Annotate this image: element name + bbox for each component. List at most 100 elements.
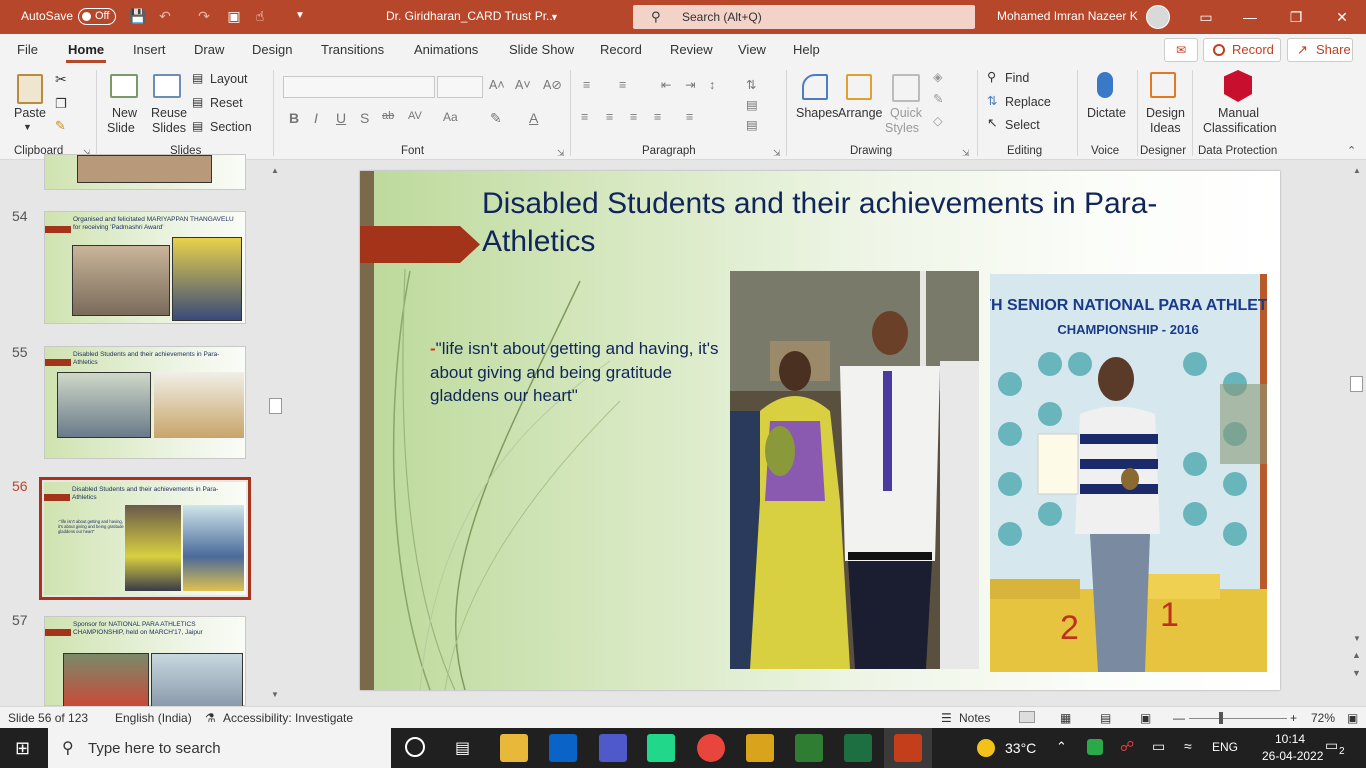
text-direction-icon[interactable]: ⇅ <box>746 78 756 93</box>
zoom-slider-thumb[interactable] <box>1219 712 1223 724</box>
taskbar-search-box[interactable]: ⚲ Type here to search <box>48 728 391 768</box>
align-text-icon[interactable]: ▤ <box>746 98 758 113</box>
normal-view-icon[interactable] <box>1019 711 1035 723</box>
manual-classification-label-2[interactable]: Classification <box>1203 121 1277 136</box>
slide-thumbnail-56[interactable]: Disabled Students and their achievements… <box>44 482 246 595</box>
quick-styles-label-2[interactable]: Styles <box>885 121 919 136</box>
tab-transitions[interactable]: Transitions <box>321 42 384 57</box>
numbering-icon[interactable]: ≡ <box>619 78 626 93</box>
wifi-icon[interactable]: ≈ <box>1184 738 1192 754</box>
scroll-down-icon[interactable]: ▼ <box>1353 634 1361 643</box>
scroll-down-icon[interactable]: ▼ <box>271 690 279 699</box>
clear-formatting-icon[interactable]: A⊘ <box>543 78 562 93</box>
slide-thumbnail-55[interactable]: Disabled Students and their achievements… <box>44 346 246 459</box>
tab-slide-show[interactable]: Slide Show <box>509 42 574 57</box>
weather-icon[interactable] <box>977 739 995 757</box>
task-view-icon[interactable]: ▤ <box>455 738 470 758</box>
vpn-icon[interactable]: ☍ <box>1120 738 1134 755</box>
tab-home[interactable]: Home <box>68 42 104 57</box>
next-slide-icon[interactable]: ▼ <box>1352 668 1361 678</box>
notification-icon[interactable]: ▭ <box>1325 737 1338 754</box>
outlook-icon[interactable] <box>549 734 577 762</box>
undo-icon[interactable]: ↶ <box>157 8 173 24</box>
new-slide-label-1[interactable]: New <box>112 106 137 121</box>
decrease-indent-icon[interactable]: ⇤ <box>661 78 671 93</box>
tab-design[interactable]: Design <box>252 42 292 57</box>
highlight-icon[interactable]: ✎ <box>490 110 502 127</box>
present-icon[interactable]: ▣ <box>226 8 242 24</box>
dialog-launcher-icon[interactable]: ⇲ <box>557 146 565 161</box>
redo-icon[interactable]: ↷ <box>196 8 212 24</box>
font-color-icon[interactable]: A <box>529 110 538 126</box>
search-box[interactable]: ⚲ Search (Alt+Q) <box>633 5 975 29</box>
strikethrough-icon[interactable]: ab <box>382 110 394 122</box>
reuse-slides-label-2[interactable]: Slides <box>152 121 186 136</box>
comments-icon[interactable]: ✉ <box>1164 38 1198 62</box>
align-right-icon[interactable]: ≡ <box>630 110 637 125</box>
font-size-select[interactable] <box>437 76 483 98</box>
slide-thumbnail-53[interactable] <box>44 154 246 190</box>
font-family-select[interactable] <box>283 76 435 98</box>
slide-thumbnail-57[interactable]: Sponsor for NATIONAL PARA ATHLETICS CHAM… <box>44 616 246 707</box>
new-slide-label-2[interactable]: Slide <box>107 121 135 136</box>
file-explorer-icon[interactable] <box>500 734 528 762</box>
tray-overflow-icon[interactable]: ⌃ <box>1056 739 1067 755</box>
autosave-toggle[interactable]: Off <box>78 8 116 25</box>
format-painter-icon[interactable]: ✎ <box>55 118 66 133</box>
bullets-icon[interactable]: ≡ <box>583 78 590 93</box>
slide-thumbnail-54[interactable]: Organised and felicitated MARIYAPPAN THA… <box>44 211 246 324</box>
language-indicator[interactable]: English (India) <box>115 711 192 725</box>
find-button[interactable]: Find <box>1005 71 1029 86</box>
windows-start-icon[interactable]: ⊞ <box>15 738 30 759</box>
clock-time[interactable]: 10:14 <box>1275 732 1305 746</box>
italic-icon[interactable]: I <box>314 110 318 126</box>
record-button[interactable]: Record <box>1203 38 1281 62</box>
tab-view[interactable]: View <box>738 42 766 57</box>
snip-tool-icon[interactable] <box>746 734 774 762</box>
shape-fill-icon[interactable]: ◈ <box>933 70 943 85</box>
touch-mode-icon[interactable]: ☝ <box>252 8 268 24</box>
collapse-ribbon-icon[interactable]: ⌃ <box>1347 144 1356 159</box>
tab-draw[interactable]: Draw <box>194 42 224 57</box>
select-button[interactable]: Select <box>1005 118 1040 133</box>
slide-title[interactable]: Disabled Students and their achievements… <box>482 185 1202 261</box>
decrease-font-icon[interactable]: A˅ <box>515 78 531 93</box>
photo-student-with-coach[interactable] <box>730 271 979 669</box>
thumbnail-scrollbar[interactable]: ▲ ▼ <box>268 160 284 706</box>
notes-icon[interactable]: ☰ <box>941 711 952 725</box>
shadow-icon[interactable]: S <box>360 110 369 126</box>
tab-help[interactable]: Help <box>793 42 820 57</box>
change-case-icon[interactable]: Aa <box>443 110 458 124</box>
tab-insert[interactable]: Insert <box>133 42 166 57</box>
paste-button[interactable]: Paste <box>14 106 46 121</box>
slideshow-icon[interactable]: ▣ <box>1140 711 1151 725</box>
line-spacing-icon[interactable]: ↕ <box>709 78 715 93</box>
document-title[interactable]: Dr. Giridharan_CARD Trust Pr... <box>386 9 556 23</box>
close-icon[interactable]: ✕ <box>1328 6 1356 28</box>
underline-icon[interactable]: U <box>336 110 346 126</box>
share-button[interactable]: ↗ Share <box>1287 38 1353 62</box>
manual-classification-label-1[interactable]: Manual <box>1218 106 1259 121</box>
project-icon[interactable] <box>795 734 823 762</box>
chevron-down-icon[interactable]: ▼ <box>550 12 559 22</box>
align-center-icon[interactable]: ≡ <box>606 110 613 125</box>
shape-effects-icon[interactable]: ◇ <box>933 114 943 129</box>
user-name[interactable]: Mohamed Imran Nazeer K <box>997 9 1138 23</box>
avatar[interactable] <box>1146 5 1170 29</box>
security-icon[interactable] <box>1087 739 1103 755</box>
reuse-slides-label-1[interactable]: Reuse <box>151 106 187 121</box>
zoom-out-icon[interactable]: — <box>1173 711 1185 725</box>
scroll-up-icon[interactable]: ▲ <box>271 166 279 175</box>
reading-view-icon[interactable]: ▤ <box>1100 711 1111 725</box>
input-language[interactable]: ENG <box>1212 740 1238 754</box>
shapes-button[interactable]: Shapes <box>796 106 838 121</box>
slide-sorter-icon[interactable]: ▦ <box>1060 711 1071 725</box>
bold-icon[interactable]: B <box>289 110 299 126</box>
dialog-launcher-icon[interactable]: ⇲ <box>773 146 781 161</box>
slide-quote[interactable]: -"life isn't about getting and having, i… <box>430 337 720 408</box>
tab-file[interactable]: File <box>17 42 38 57</box>
restore-icon[interactable]: ❐ <box>1282 6 1310 28</box>
zoom-level[interactable]: 72% <box>1311 711 1335 725</box>
scroll-up-icon[interactable]: ▲ <box>1353 166 1361 175</box>
cortana-icon[interactable] <box>405 737 425 757</box>
